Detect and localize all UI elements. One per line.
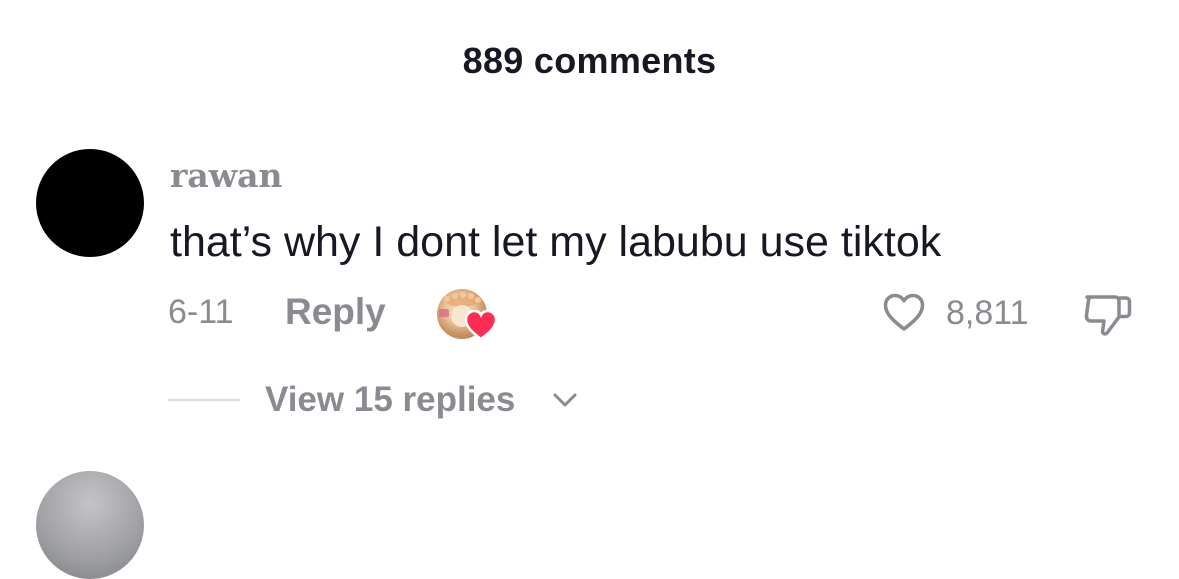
- creator-liked-badge: [437, 289, 498, 341]
- comment-username[interactable]: rawan: [170, 156, 283, 195]
- reply-button[interactable]: Reply: [285, 291, 386, 333]
- comments-count-title: 889 comments: [462, 40, 717, 81]
- comment-text: that’s why I dont let my labubu use tikt…: [170, 218, 942, 266]
- thumbs-down-icon[interactable]: [1082, 291, 1134, 337]
- heart-outline-icon[interactable]: [882, 292, 926, 332]
- chevron-down-icon[interactable]: [551, 390, 579, 410]
- comment-date: 6-11: [168, 293, 234, 331]
- like-count: 8,811: [946, 294, 1029, 332]
- next-comment-avatar[interactable]: [36, 471, 144, 579]
- view-replies-button[interactable]: View 15 replies: [265, 380, 515, 420]
- avatar[interactable]: [36, 149, 144, 257]
- replies-divider: [168, 399, 240, 401]
- heart-filled-icon: [464, 309, 498, 341]
